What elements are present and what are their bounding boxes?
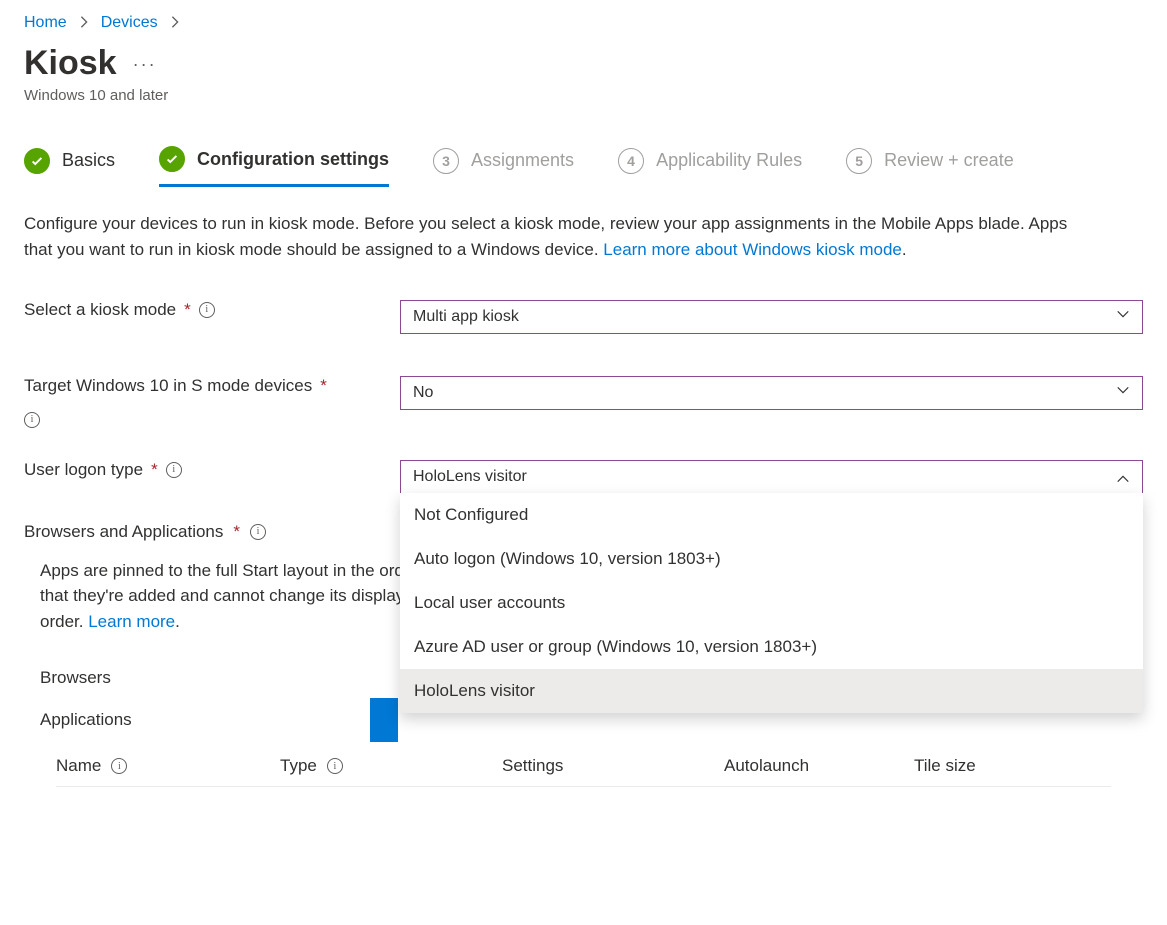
select-value: HoloLens visitor (413, 468, 527, 486)
required-asterisk: * (320, 376, 327, 396)
step-label: Basics (62, 150, 115, 171)
col-type[interactable]: Type i (280, 756, 502, 776)
label-kiosk-mode: Select a kiosk mode * i (24, 300, 400, 320)
info-icon[interactable]: i (166, 462, 182, 478)
option-not-configured[interactable]: Not Configured (400, 493, 1143, 537)
page-title: Kiosk (24, 44, 117, 83)
col-label: Settings (502, 756, 563, 776)
col-label: Type (280, 756, 317, 776)
col-tile-size[interactable]: Tile size (914, 756, 1111, 776)
step-label: Applicability Rules (656, 150, 802, 171)
checkmark-icon (24, 148, 50, 174)
col-settings[interactable]: Settings (502, 756, 724, 776)
required-asterisk: * (184, 300, 191, 320)
required-asterisk: * (151, 460, 158, 480)
info-icon[interactable]: i (111, 758, 127, 774)
apps-table: Name i Type i Settings Autolaunch Tile s… (56, 756, 1111, 787)
step-basics[interactable]: Basics (24, 148, 115, 186)
step-label: Review + create (884, 150, 1014, 171)
info-icon[interactable]: i (24, 412, 40, 428)
select-kiosk-mode[interactable]: Multi app kiosk (400, 300, 1143, 334)
step-assignments[interactable]: 3 Assignments (433, 148, 574, 186)
desc-dot: . (175, 612, 180, 631)
chevron-down-icon (1116, 307, 1130, 326)
more-actions-icon[interactable]: ··· (133, 54, 157, 75)
checkmark-icon (159, 146, 185, 172)
select-value: No (413, 384, 433, 402)
select-user-logon-type[interactable]: HoloLens visitor Not Configured Auto log… (400, 460, 1143, 494)
col-label: Tile size (914, 756, 976, 776)
col-label: Autolaunch (724, 756, 809, 776)
select-s-mode[interactable]: No (400, 376, 1143, 410)
breadcrumb: Home Devices (24, 14, 1143, 32)
table-header-row: Name i Type i Settings Autolaunch Tile s… (56, 756, 1111, 776)
breadcrumb-devices[interactable]: Devices (101, 14, 158, 32)
option-local-user-accounts[interactable]: Local user accounts (400, 581, 1143, 625)
step-configuration-settings[interactable]: Configuration settings (159, 146, 389, 187)
row-kiosk-mode: Select a kiosk mode * i Multi app kiosk (24, 300, 1143, 334)
intro-dot: . (902, 240, 907, 259)
tab-applications[interactable]: Applications (40, 700, 370, 740)
page-subtitle: Windows 10 and later (24, 87, 1143, 104)
col-label: Name (56, 756, 101, 776)
col-autolaunch[interactable]: Autolaunch (724, 756, 914, 776)
learn-more-link[interactable]: Learn more about Windows kiosk mode (603, 240, 902, 259)
chevron-up-icon (1116, 467, 1130, 486)
intro-text: Configure your devices to run in kiosk m… (24, 211, 1084, 264)
learn-more-link[interactable]: Learn more (88, 612, 175, 631)
step-label: Assignments (471, 150, 574, 171)
option-hololens-visitor[interactable]: HoloLens visitor (400, 669, 1143, 713)
step-number-badge: 5 (846, 148, 872, 174)
col-name[interactable]: Name i (56, 756, 280, 776)
step-review-create[interactable]: 5 Review + create (846, 148, 1014, 186)
label-text: User logon type (24, 460, 143, 480)
step-number-badge: 4 (618, 148, 644, 174)
breadcrumb-home[interactable]: Home (24, 14, 67, 32)
active-tab-indicator (370, 698, 398, 742)
chevron-right-icon (77, 15, 91, 32)
label-text: Select a kiosk mode (24, 300, 176, 320)
option-azure-ad-user-group[interactable]: Azure AD user or group (Windows 10, vers… (400, 625, 1143, 669)
info-icon[interactable]: i (199, 302, 215, 318)
row-user-logon-type: User logon type * i HoloLens visitor Not… (24, 460, 1143, 494)
dropdown-user-logon-type: Not Configured Auto logon (Windows 10, v… (400, 493, 1143, 713)
chevron-down-icon (1116, 383, 1130, 402)
step-applicability-rules[interactable]: 4 Applicability Rules (618, 148, 802, 186)
option-auto-logon[interactable]: Auto logon (Windows 10, version 1803+) (400, 537, 1143, 581)
intro-body: Configure your devices to run in kiosk m… (24, 214, 1067, 259)
step-number-badge: 3 (433, 148, 459, 174)
step-label: Configuration settings (197, 149, 389, 170)
row-s-mode: Target Windows 10 in S mode devices * i … (24, 376, 1143, 428)
label-text: Browsers and Applications (24, 522, 223, 542)
chevron-right-icon (168, 15, 182, 32)
required-asterisk: * (233, 522, 240, 542)
info-icon[interactable]: i (250, 524, 266, 540)
select-value: Multi app kiosk (413, 308, 519, 326)
label-s-mode: Target Windows 10 in S mode devices * i (24, 376, 400, 428)
wizard-steps: Basics Configuration settings 3 Assignme… (24, 146, 1143, 187)
section-description: Apps are pinned to the full Start layout… (40, 558, 420, 635)
info-icon[interactable]: i (327, 758, 343, 774)
label-text: Target Windows 10 in S mode devices (24, 376, 312, 396)
label-user-logon-type: User logon type * i (24, 460, 400, 480)
